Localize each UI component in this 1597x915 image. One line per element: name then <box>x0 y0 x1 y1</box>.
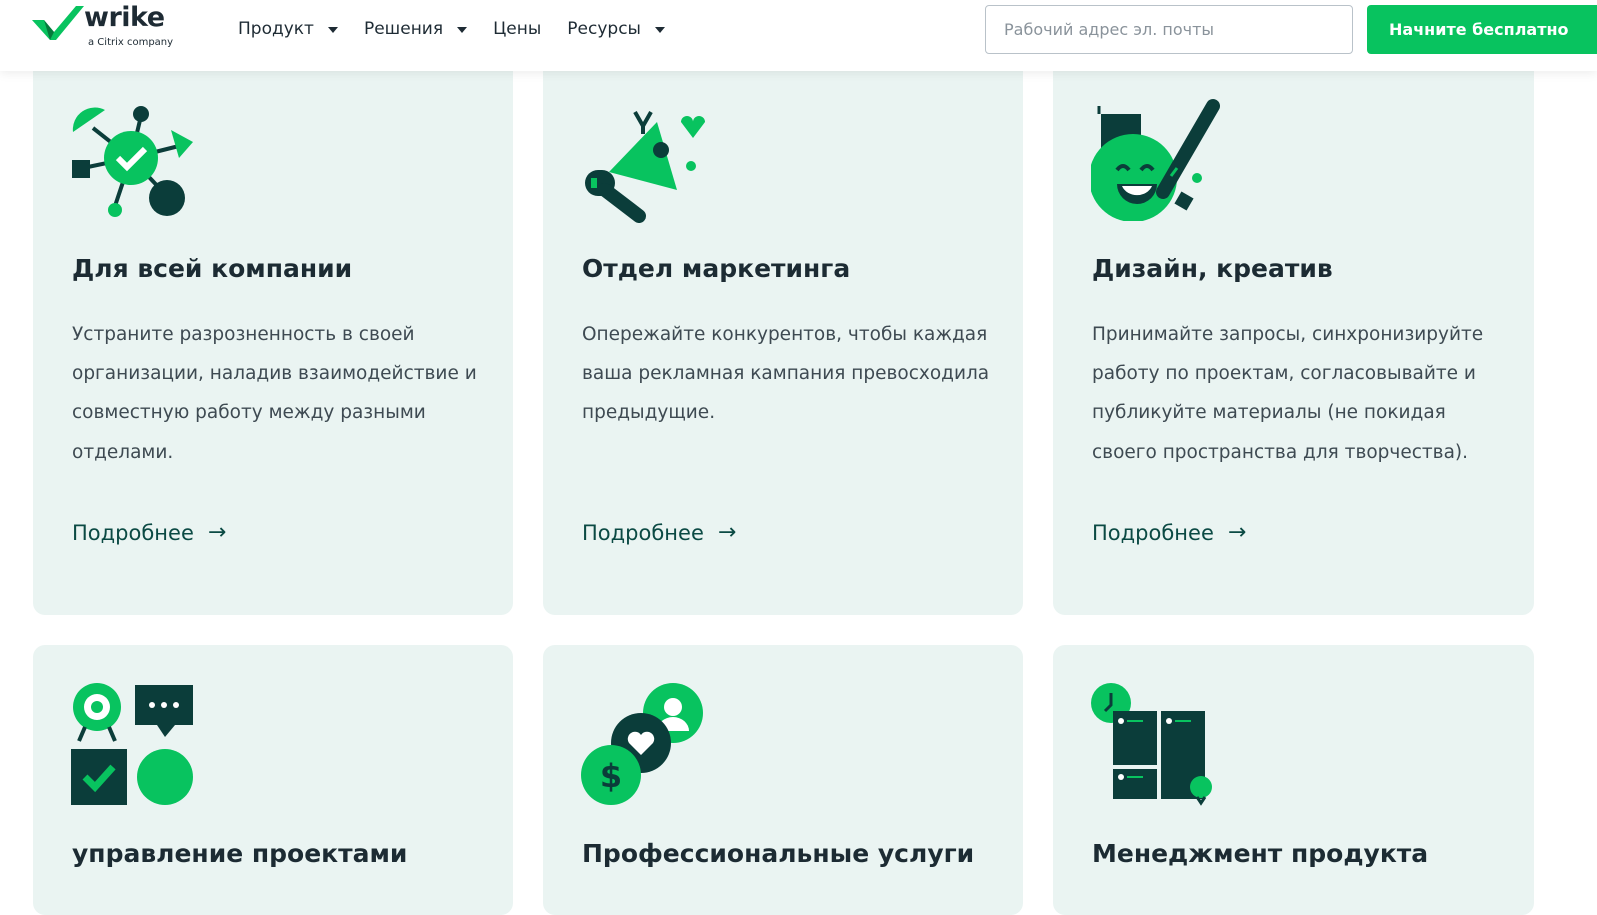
card-description: Опережайте конкурентов, чтобы каждая ваш… <box>582 324 990 424</box>
card-project-management[interactable]: управление проектами <box>33 645 513 915</box>
site-header: wrike a Citrix company Продукт Решения Ц… <box>0 0 1597 71</box>
more-link[interactable]: Подробнее → <box>1092 520 1246 545</box>
nav-item-solutions[interactable]: Решения <box>363 19 468 39</box>
card-title: Профессиональные услуги <box>582 839 975 868</box>
more-link[interactable]: Подробнее → <box>582 520 736 545</box>
card-professional-services[interactable]: $ Профессиональные услуги <box>543 645 1023 915</box>
card-marketing[interactable]: Отдел маркетинга Опережайте конкурентов,… <box>543 50 1023 615</box>
smiley-pen-icon <box>1091 99 1220 221</box>
card-product-management[interactable]: Менеджмент продукта <box>1053 645 1534 915</box>
arrow-right-icon: → <box>717 520 737 545</box>
more-link-label: Подробнее <box>1092 520 1214 545</box>
logo-wordmark: wrike <box>84 2 165 33</box>
nav-item-product[interactable]: Продукт <box>238 19 338 39</box>
nav-label: Цены <box>493 19 542 39</box>
nav-item-resources[interactable]: Ресурсы <box>567 19 665 39</box>
card-design-creative[interactable]: Дизайн, креатив Принимайте запросы, синх… <box>1053 50 1534 615</box>
arrow-right-icon: → <box>207 520 227 545</box>
megaphone-icon <box>585 111 705 223</box>
arrow-right-icon: → <box>1227 520 1247 545</box>
chevron-down-icon <box>327 27 338 33</box>
chevron-down-icon <box>457 27 468 33</box>
start-free-button[interactable]: Начните бесплатно <box>1367 5 1597 54</box>
main-nav: Продукт Решения Цены Ресурсы <box>238 16 691 42</box>
services-coins-icon: $ <box>581 683 703 805</box>
nav-label: Ресурсы <box>567 19 641 39</box>
more-link-label: Подробнее <box>72 520 194 545</box>
card-whole-company[interactable]: Для всей компании Устраните разрозненнос… <box>33 50 513 615</box>
more-link-label: Подробнее <box>582 520 704 545</box>
card-title: Менеджмент продукта <box>1092 839 1429 868</box>
card-title: Отдел маркетинга <box>582 254 851 283</box>
wrike-check-icon <box>32 6 84 40</box>
more-link[interactable]: Подробнее → <box>72 520 226 545</box>
nav-label: Продукт <box>238 19 314 39</box>
card-title: управление проектами <box>72 839 408 868</box>
network-hub-icon <box>72 106 193 217</box>
nav-item-pricing[interactable]: Цены <box>493 19 541 39</box>
project-blocks-icon <box>71 683 193 805</box>
card-description: Принимайте запросы, синхронизируйте рабо… <box>1092 324 1484 463</box>
chevron-down-icon <box>654 27 665 33</box>
card-description: Устраните разрозненность в своей организ… <box>72 324 477 463</box>
card-title: Для всей компании <box>72 254 353 283</box>
card-title: Дизайн, креатив <box>1092 254 1333 283</box>
logo-subtitle: a Citrix company <box>88 37 174 48</box>
wrike-logo[interactable]: wrike a Citrix company <box>30 2 200 54</box>
nav-label: Решения <box>363 19 444 39</box>
product-board-icon <box>1091 683 1212 806</box>
work-email-input[interactable] <box>985 5 1353 54</box>
svg-text:$: $ <box>600 757 622 795</box>
